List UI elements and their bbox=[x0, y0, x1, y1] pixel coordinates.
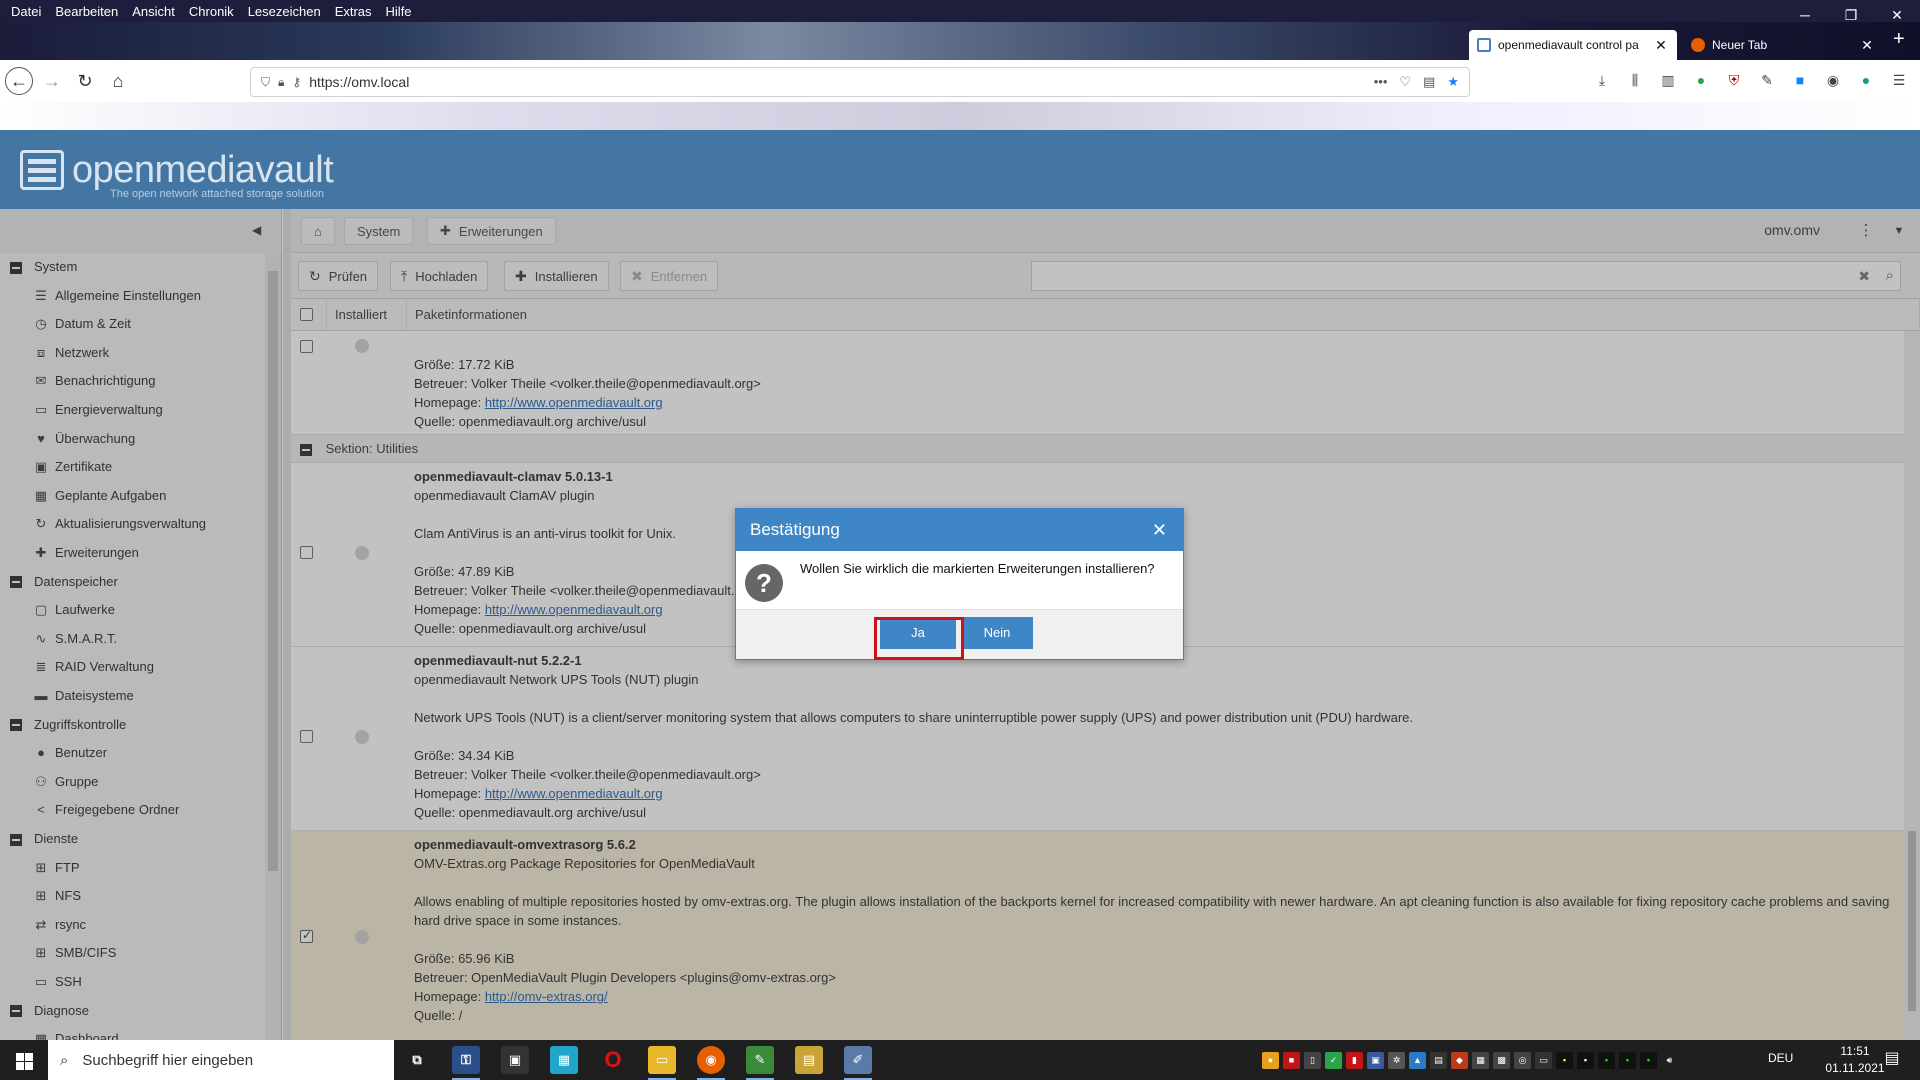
language-indicator[interactable]: DEU bbox=[1768, 1051, 1793, 1065]
toolbar-icons: ⤓ ⫼ ▥ ● ⛨ ✎ ■ ◉ ● ☰ bbox=[1590, 68, 1911, 92]
opera-icon[interactable]: O bbox=[599, 1046, 627, 1074]
omv-logo-text: openmediavault bbox=[72, 149, 334, 191]
tray-icon[interactable]: ▮ bbox=[1346, 1051, 1363, 1069]
pocket-icon[interactable]: ♡ bbox=[1399, 74, 1411, 90]
notification-icon[interactable]: ▤ bbox=[1880, 1048, 1904, 1068]
back-icon[interactable]: ← bbox=[5, 67, 33, 95]
dialog-title: Bestätigung bbox=[750, 520, 840, 539]
extension-icon[interactable]: ✎ bbox=[1755, 68, 1779, 92]
windows-taskbar: ⌕ Suchbegriff hier eingeben ⧉ ⚿ ▣ ▦ O ▭ … bbox=[0, 1040, 1920, 1080]
app-blue-icon[interactable]: ▦ bbox=[550, 1046, 578, 1074]
tray-icon[interactable]: ▯ bbox=[1304, 1051, 1321, 1069]
keepass-icon[interactable]: ⚿ bbox=[452, 1046, 480, 1080]
extension-blue-icon[interactable]: ■ bbox=[1788, 68, 1812, 92]
tray-icon[interactable]: ▪ bbox=[1619, 1051, 1636, 1069]
url-text[interactable]: https://omv.local bbox=[309, 74, 1374, 90]
extension-green-icon[interactable]: ● bbox=[1689, 68, 1713, 92]
dialog-message: Wollen Sie wirklich die markierten Erwei… bbox=[800, 561, 1155, 576]
tray-icon[interactable]: ◎ bbox=[1514, 1051, 1531, 1069]
volume-icon[interactable]: 🔊︎ bbox=[1661, 1052, 1678, 1069]
tray-icon[interactable]: ▪ bbox=[1577, 1051, 1594, 1069]
hamburger-menu-icon[interactable]: ☰ bbox=[1887, 68, 1911, 92]
task-view-icon[interactable]: ⧉ bbox=[403, 1046, 431, 1074]
tray-icon[interactable]: ▦ bbox=[1472, 1051, 1489, 1069]
tray-icon[interactable]: ▲ bbox=[1409, 1051, 1426, 1069]
menu-lesezeichen[interactable]: Lesezeichen bbox=[241, 4, 328, 19]
sidebar-icon[interactable]: ▥ bbox=[1656, 68, 1680, 92]
question-icon: ? bbox=[745, 564, 783, 602]
firefox-taskbar-icon[interactable]: ◉ bbox=[697, 1046, 725, 1080]
tray-icon[interactable]: ▩ bbox=[1493, 1051, 1510, 1069]
system-tray: ● ■ ▯ ✓ ▮ ▣ ✲ ▲ ▤ ◆ ▦ ▩ ◎ ▭ ▪ ▪ ▪ ▪ ▪ 🔊︎ bbox=[1262, 1040, 1678, 1080]
close-tab-icon[interactable]: ✕ bbox=[1653, 37, 1669, 54]
library-icon[interactable]: ⫼ bbox=[1623, 68, 1647, 92]
menu-datei[interactable]: Datei bbox=[4, 4, 48, 19]
taskbar-search-placeholder: Suchbegriff hier eingeben bbox=[82, 1051, 254, 1069]
tab-label: openmediavault control pa bbox=[1498, 38, 1639, 52]
tray-icon[interactable]: ▤ bbox=[1430, 1051, 1447, 1069]
reader-icon[interactable]: ▤ bbox=[1423, 74, 1435, 90]
new-tab-icon[interactable]: + bbox=[1893, 28, 1905, 51]
key-icon[interactable]: ⚷ bbox=[292, 75, 301, 89]
highlight-box bbox=[874, 617, 964, 660]
account-icon[interactable]: ◉ bbox=[1821, 68, 1845, 92]
tray-icon[interactable]: ▪ bbox=[1598, 1051, 1615, 1069]
omv-logo[interactable]: openmediavault The open network attached… bbox=[20, 149, 334, 200]
menu-ansicht[interactable]: Ansicht bbox=[125, 4, 182, 19]
tray-icon[interactable]: ✲ bbox=[1388, 1051, 1405, 1069]
tray-icon[interactable]: ● bbox=[1262, 1051, 1279, 1069]
dialog-body: ? Wollen Sie wirklich die markierten Erw… bbox=[736, 551, 1183, 609]
browser-menubar: Datei Bearbeiten Ansicht Chronik Lesezei… bbox=[0, 0, 1920, 22]
tray-icon[interactable]: ■ bbox=[1283, 1051, 1300, 1069]
theme-strip bbox=[0, 102, 1920, 130]
close-tab-icon[interactable]: ✕ bbox=[1859, 37, 1875, 54]
tab-new[interactable]: Neuer Tab ✕ bbox=[1683, 30, 1883, 60]
search-icon: ⌕ bbox=[60, 1051, 69, 1069]
terminal-app-icon[interactable]: ▣ bbox=[501, 1046, 529, 1074]
tab-label: Neuer Tab bbox=[1712, 38, 1768, 52]
extension-teal-icon[interactable]: ● bbox=[1854, 68, 1878, 92]
tab-omv[interactable]: openmediavault control pa ✕ bbox=[1469, 30, 1677, 60]
taskbar-search-input[interactable]: ⌕ Suchbegriff hier eingeben bbox=[48, 1040, 394, 1080]
omv-header: openmediavault The open network attached… bbox=[0, 130, 1920, 209]
reload-icon[interactable]: ↻ bbox=[70, 66, 100, 96]
menu-hilfe[interactable]: Hilfe bbox=[379, 4, 419, 19]
app-yellow-icon[interactable]: ▤ bbox=[795, 1046, 823, 1074]
no-button[interactable]: Nein bbox=[961, 617, 1033, 649]
bookmark-star-icon[interactable]: ★ bbox=[1447, 74, 1459, 90]
close-icon[interactable]: ✕ bbox=[1152, 509, 1167, 551]
omv-favicon-icon bbox=[1477, 38, 1491, 52]
shield-icon[interactable]: ⛉ bbox=[261, 75, 270, 90]
notepad-icon[interactable]: ✎ bbox=[746, 1046, 774, 1080]
forward-icon[interactable]: → bbox=[37, 66, 67, 96]
tray-icon[interactable]: ▭ bbox=[1535, 1051, 1552, 1069]
omv-logo-subtitle: The open network attached storage soluti… bbox=[110, 188, 325, 200]
lock-icon[interactable]: 🔒︎ bbox=[278, 75, 284, 90]
firefox-icon bbox=[1691, 38, 1705, 52]
tab-strip: openmediavault control pa ✕ Neuer Tab ✕ bbox=[0, 22, 1920, 60]
download-icon[interactable]: ⤓ bbox=[1590, 68, 1614, 92]
menu-extras[interactable]: Extras bbox=[328, 4, 379, 19]
menu-chronik[interactable]: Chronik bbox=[182, 4, 241, 19]
explorer-icon[interactable]: ▭ bbox=[648, 1046, 676, 1080]
windows-start-icon[interactable] bbox=[0, 1040, 46, 1080]
menu-bearbeiten[interactable]: Bearbeiten bbox=[48, 4, 125, 19]
omv-logo-icon bbox=[20, 150, 64, 190]
tray-icon[interactable]: ▣ bbox=[1367, 1051, 1384, 1069]
dialog-title-bar[interactable]: Bestätigung ✕ bbox=[736, 509, 1183, 551]
tray-icon[interactable]: ✓ bbox=[1325, 1051, 1342, 1069]
ublock-icon[interactable]: ⛨ bbox=[1722, 68, 1746, 92]
app-editor-icon[interactable]: ✐ bbox=[844, 1046, 872, 1080]
navigation-bar: ← → ↻ ⌂ ⛉ 🔒︎ ⚷ https://omv.local ••• ♡ ▤… bbox=[0, 60, 1920, 102]
tray-icon[interactable]: ▪ bbox=[1640, 1051, 1657, 1069]
more-icon[interactable]: ••• bbox=[1374, 74, 1388, 90]
tray-icon[interactable]: ◆ bbox=[1451, 1051, 1468, 1069]
tray-icon[interactable]: ▪ bbox=[1556, 1051, 1573, 1069]
url-bar[interactable]: ⛉ 🔒︎ ⚷ https://omv.local ••• ♡ ▤ ★ bbox=[250, 67, 1470, 97]
home-icon[interactable]: ⌂ bbox=[103, 66, 133, 96]
